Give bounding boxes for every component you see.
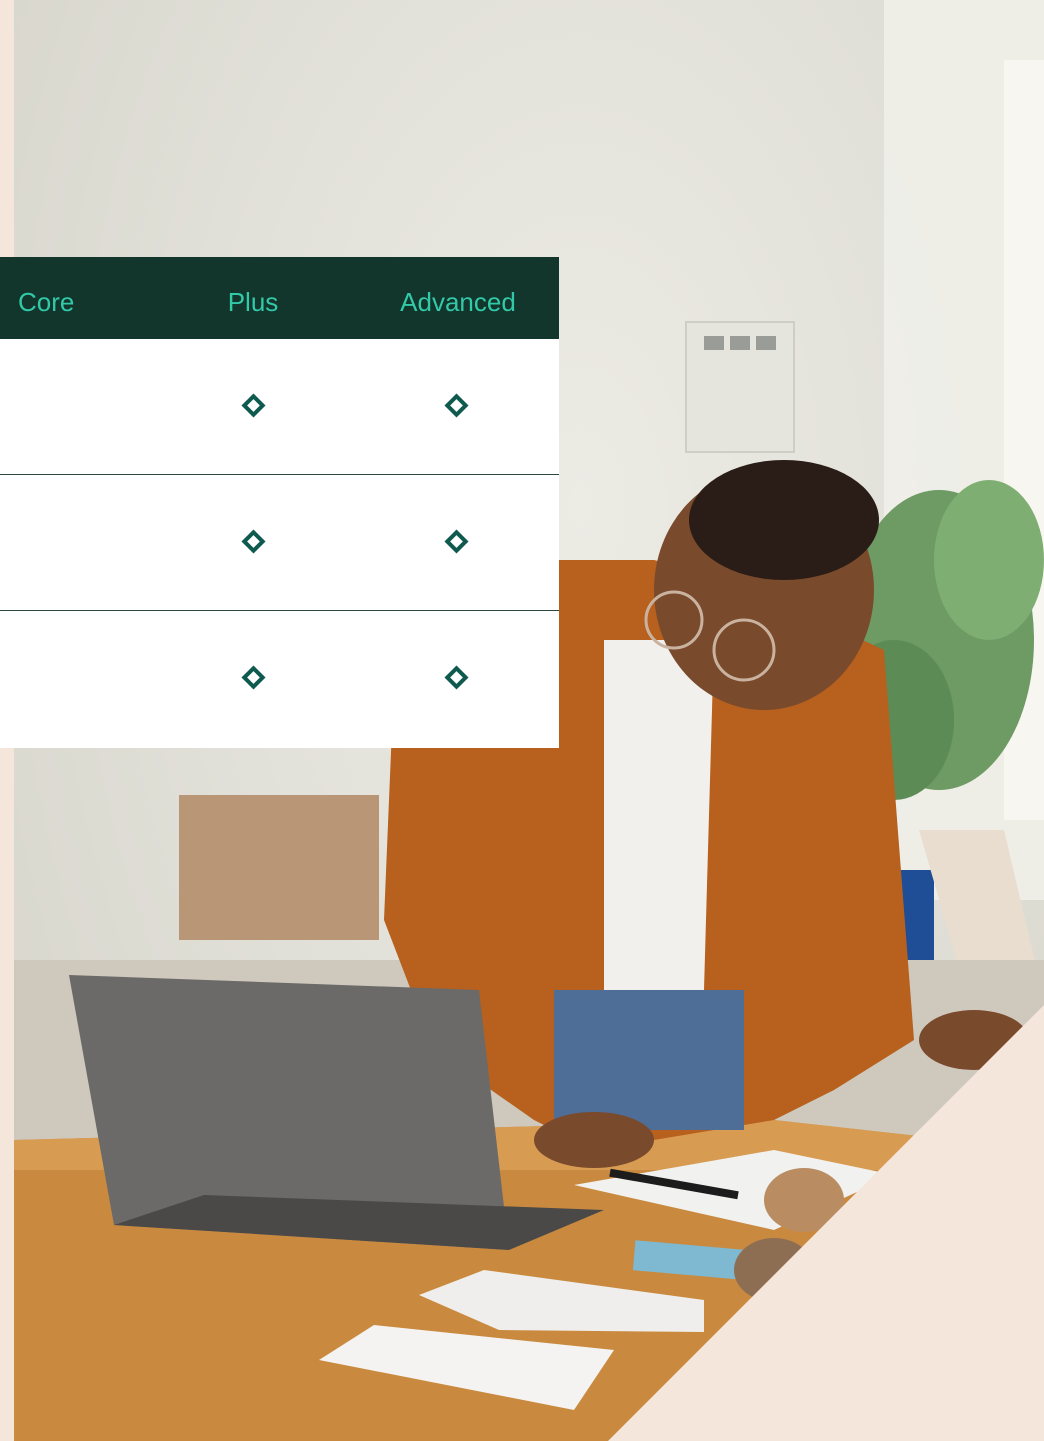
diamond-icon [241, 393, 266, 418]
table-row [0, 475, 559, 611]
diamond-icon [444, 393, 469, 418]
diamond-icon [241, 529, 266, 554]
column-header-core: Core [18, 287, 75, 317]
page: Core Plus Advanced [0, 0, 1044, 1441]
table-row [0, 339, 559, 475]
diamond-icon [241, 665, 266, 690]
column-header-advanced: Advanced [400, 287, 516, 317]
diamond-icon [444, 529, 469, 554]
diamond-icon [444, 665, 469, 690]
column-header-plus: Plus [227, 287, 279, 317]
comparison-table: Core Plus Advanced [0, 257, 559, 748]
table-row [0, 611, 559, 747]
table-header: Core Plus Advanced [0, 257, 559, 339]
